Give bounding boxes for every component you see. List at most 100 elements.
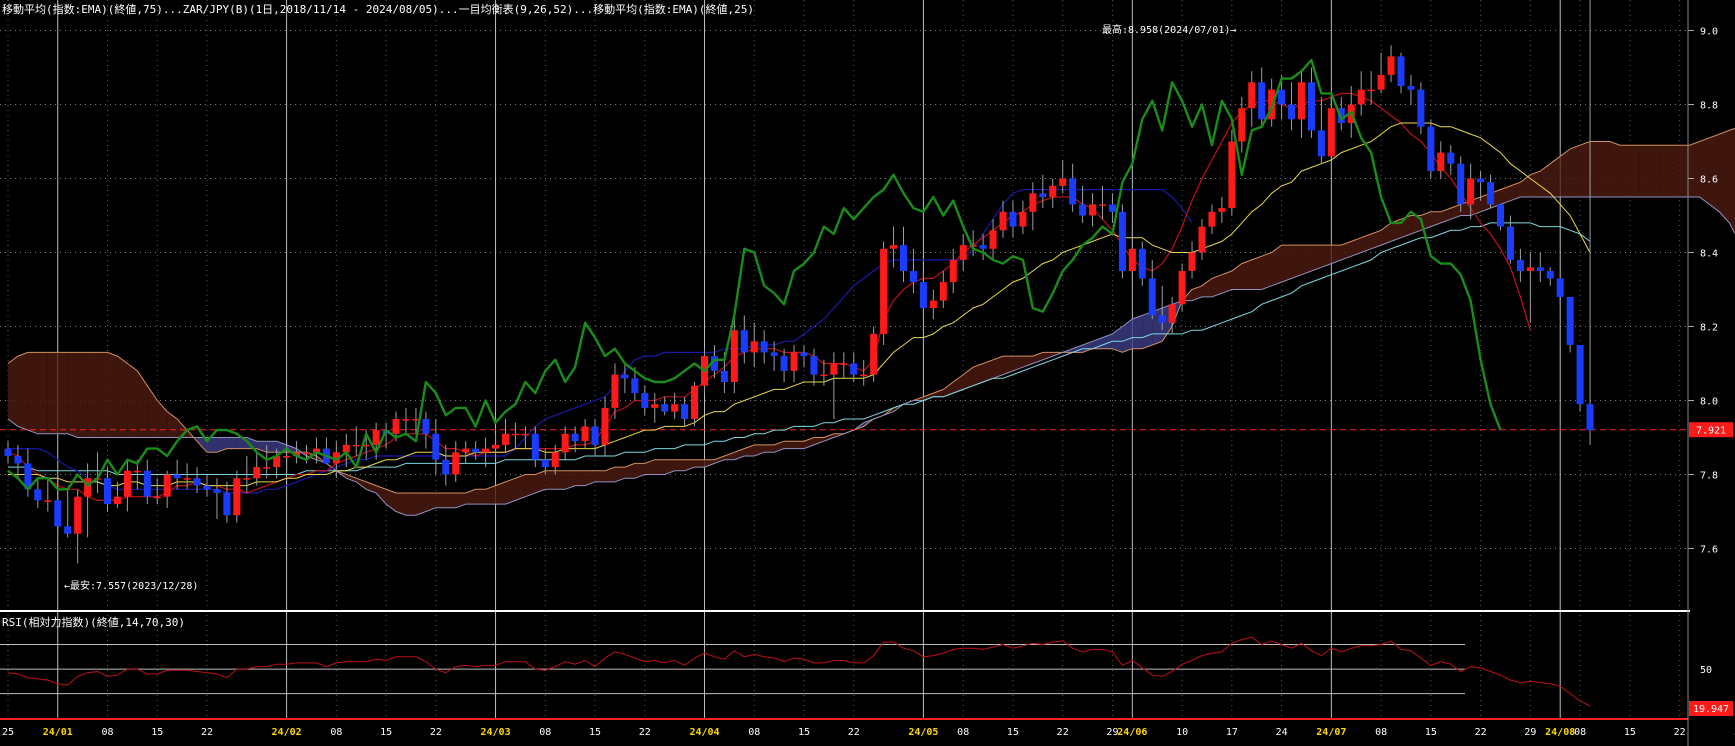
candle-up: [153, 496, 161, 499]
x-tick-label: 22: [1057, 727, 1069, 738]
candle-up: [790, 352, 798, 371]
candle-down: [909, 271, 917, 283]
x-tick-label: 29: [1524, 727, 1536, 738]
x-tick-label: 24/02: [272, 727, 302, 738]
candle-down: [64, 526, 72, 534]
candle-up: [959, 245, 967, 260]
candle-down: [1586, 404, 1594, 431]
candle-down: [621, 374, 629, 379]
candle-up: [691, 385, 699, 419]
candle-down: [14, 456, 22, 464]
x-tick-label: 08: [330, 727, 342, 738]
kumo-bull-segment: [1291, 245, 1302, 279]
candle-down: [531, 433, 539, 460]
kumo-bull-segment: [117, 356, 128, 438]
candle-down: [223, 493, 231, 516]
candle-up: [392, 419, 400, 434]
candle-up: [44, 500, 52, 502]
candle-up: [1168, 304, 1176, 323]
candle-down: [1258, 82, 1266, 120]
kumo-bull-segment: [1560, 148, 1571, 197]
candle-up: [611, 374, 619, 408]
x-tick-label: 15: [151, 727, 163, 738]
kumo-bull-segment: [1580, 141, 1591, 197]
candle-up: [452, 452, 460, 475]
kumo-bear-segment: [226, 437, 237, 449]
x-tick-label: 08: [748, 727, 760, 738]
candle-down: [760, 341, 768, 353]
candle-down: [104, 478, 111, 505]
candle-up: [492, 444, 500, 449]
x-tick-label: 15: [380, 727, 392, 738]
kumo-bull-segment: [445, 493, 456, 508]
x-tick-label: 24/01: [43, 727, 73, 738]
candle-up: [1019, 211, 1027, 227]
candle-down: [850, 363, 858, 375]
candle-down: [1009, 211, 1017, 227]
chart-canvas: 9.0 8.8 8.6 8.4 8.2 8.0 7.8 7.6 50 25 24/01 08 15 2…: [0, 0, 1735, 746]
candle-up: [651, 404, 659, 408]
x-tick-label: 22: [848, 727, 860, 738]
x-tick-label: 22: [1475, 727, 1487, 738]
candle-down: [1487, 182, 1495, 205]
candle-down: [740, 330, 748, 353]
kumo-bull-segment: [87, 352, 98, 438]
candle-down: [1407, 86, 1415, 90]
kumo-bull-segment: [674, 459, 685, 471]
kumo-bull-segment: [8, 356, 18, 427]
candle-down: [1566, 296, 1574, 345]
candle-up: [750, 341, 758, 353]
x-tick-label: 22: [1674, 727, 1686, 738]
candle-up: [561, 433, 569, 453]
kumo-bull-segment: [545, 470, 556, 490]
candle-up: [1089, 204, 1097, 216]
kumo-bull-segment: [654, 459, 665, 475]
candle-down: [541, 459, 549, 468]
candle-down: [1477, 178, 1485, 183]
candle-up: [123, 470, 131, 497]
candle-down: [143, 470, 151, 497]
candle-up: [502, 433, 509, 445]
kumo-bull-segment: [1261, 252, 1272, 290]
kumo-bull-segment: [1619, 145, 1630, 197]
candle-up: [1437, 152, 1445, 172]
y-tick-label: 8.6: [1700, 175, 1718, 186]
price-badge-text: 7.921: [1696, 426, 1726, 437]
candle-down: [1138, 248, 1146, 279]
candle-down: [173, 474, 181, 479]
x-tick-label: 10: [1176, 727, 1188, 738]
kumo-bull-segment: [1669, 145, 1680, 197]
high-annotation: 最高:8.958(2024/07/01)→: [1102, 23, 1236, 36]
kumo-bull-segment: [1301, 245, 1312, 275]
candle-down: [1108, 204, 1116, 212]
kumo-bull-segment: [406, 493, 416, 516]
candle-up: [233, 478, 241, 516]
candle-up: [113, 496, 121, 505]
candle-up: [1128, 248, 1136, 271]
kumo-bull-segment: [515, 474, 526, 501]
candle-up: [581, 426, 589, 442]
kumo-bull-segment: [1530, 171, 1541, 197]
kumo-bull-segment: [505, 478, 516, 505]
candle-up: [890, 245, 898, 249]
candle-down: [1516, 259, 1524, 271]
candle-up: [372, 430, 380, 445]
candle-up: [1327, 108, 1335, 157]
main-chart-title: 移動平均(指数:EMA)(終値,75)...ZAR/JPY(B)(1日,2018…: [2, 2, 754, 16]
candle-up: [999, 211, 1007, 231]
candle-down: [1079, 204, 1087, 216]
candle-up: [880, 248, 888, 334]
x-tick-label: 24: [1276, 727, 1288, 738]
kumo-bull-segment: [1609, 141, 1620, 197]
candle-down: [661, 404, 669, 412]
candle-up: [671, 404, 679, 412]
y-tick-label: 9.0: [1700, 27, 1718, 38]
candle-down: [900, 245, 907, 271]
candle-down: [193, 478, 201, 486]
x-tick-label: 08: [101, 727, 113, 738]
x-tick-label: 24/07: [1316, 727, 1346, 738]
x-tick-label: 15: [1007, 727, 1019, 738]
x-tick-label: 25: [2, 727, 14, 738]
y-tick-label: 8.8: [1700, 101, 1718, 112]
candle-down: [641, 393, 649, 408]
